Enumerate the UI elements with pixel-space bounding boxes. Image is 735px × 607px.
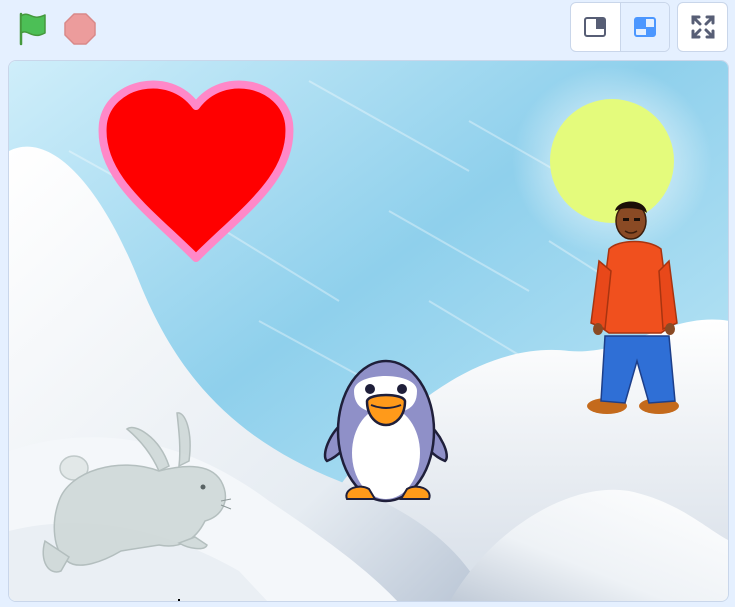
normal-stage-button[interactable] (619, 3, 669, 51)
normal-stage-icon (633, 17, 656, 37)
sun-sprite[interactable] (550, 99, 674, 223)
stop-icon (64, 13, 96, 45)
small-stage-button[interactable] (571, 3, 620, 51)
green-flag-button[interactable] (12, 8, 52, 48)
fullscreen-button[interactable] (677, 2, 728, 52)
stage-speck (178, 599, 180, 601)
stage-size-toggle (570, 2, 670, 52)
green-flag-icon (19, 12, 46, 46)
small-stage-icon (584, 17, 607, 37)
stage[interactable] (8, 60, 729, 602)
fullscreen-icon (691, 15, 714, 39)
stage-header (0, 0, 735, 58)
stage-canvas (9, 61, 728, 601)
stop-button[interactable] (60, 8, 100, 48)
